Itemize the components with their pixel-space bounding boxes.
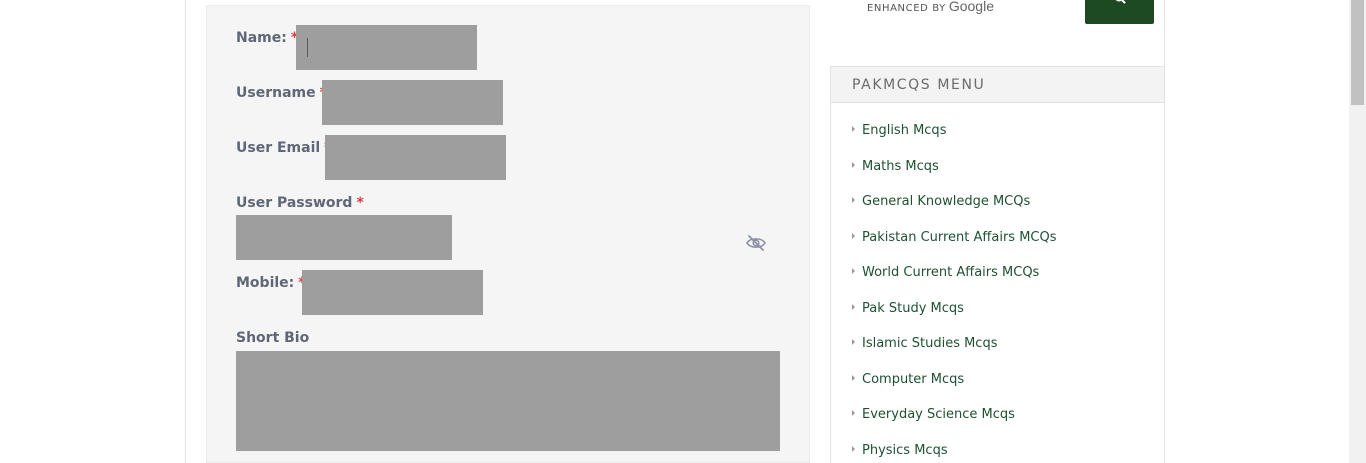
menu-item-label: Pakistan Current Affairs MCQs xyxy=(862,230,1057,245)
menu-item-pakistan-current-affairs[interactable]: Pakistan Current Affairs MCQs xyxy=(852,230,1057,250)
caret-right-icon xyxy=(852,375,855,381)
user-email-label: User Email* xyxy=(236,140,332,156)
menu-item-label: General Knowledge MCQs xyxy=(862,194,1031,209)
enhanced-by-google: ENHANCED BY Google xyxy=(867,0,994,14)
menu-item-islamic-studies[interactable]: Islamic Studies Mcqs xyxy=(852,336,997,356)
menu-item-label: English Mcqs xyxy=(862,123,947,138)
caret-right-icon xyxy=(852,304,855,310)
name-input[interactable] xyxy=(296,25,477,70)
menu-item-everyday-science[interactable]: Everyday Science Mcqs xyxy=(852,407,1015,427)
short-bio-label-text: Short Bio xyxy=(236,330,310,346)
caret-right-icon xyxy=(852,162,855,168)
eye-slash-icon[interactable] xyxy=(745,234,767,252)
caret-right-icon xyxy=(852,197,855,203)
mobile-label-text: Mobile: xyxy=(236,275,295,291)
page: Name:* Username* User Email* User Passwo… xyxy=(0,0,1366,463)
caret-right-icon xyxy=(852,446,855,452)
pakmcqs-menu-widget: PAKMCQS MENU English Mcqs Maths Mcqs Gen… xyxy=(830,66,1165,463)
mobile-label: Mobile:* xyxy=(236,275,306,291)
menu-item-label: Physics Mcqs xyxy=(862,443,948,458)
short-bio-label: Short Bio xyxy=(236,330,309,346)
menu-item-label: Computer Mcqs xyxy=(862,372,965,387)
menu-item-maths-mcqs[interactable]: Maths Mcqs xyxy=(852,159,939,179)
caret-right-icon xyxy=(852,410,855,416)
menu-item-world-current-affairs[interactable]: World Current Affairs MCQs xyxy=(852,265,1039,285)
enhanced-by-text: ENHANCED BY xyxy=(867,3,946,14)
google-brand: Google xyxy=(948,0,994,14)
required-mark: * xyxy=(356,195,364,211)
content-border-left xyxy=(185,0,186,463)
text-cursor xyxy=(307,38,308,57)
page-scrollbar[interactable] xyxy=(1349,0,1366,463)
menu-item-label: Islamic Studies Mcqs xyxy=(862,336,998,351)
search-button[interactable] xyxy=(1085,0,1154,24)
username-label-text: Username xyxy=(236,85,316,101)
menu-header: PAKMCQS MENU xyxy=(831,67,1164,103)
user-email-input[interactable] xyxy=(325,135,506,180)
short-bio-textarea[interactable] xyxy=(236,351,780,451)
username-label: Username* xyxy=(236,85,327,101)
user-email-label-text: User Email xyxy=(236,140,321,156)
menu-item-label: Pak Study Mcqs xyxy=(862,301,964,316)
caret-right-icon xyxy=(852,233,855,239)
menu-item-label: World Current Affairs MCQs xyxy=(862,265,1040,280)
menu-item-label: Maths Mcqs xyxy=(862,159,939,174)
menu-item-computer[interactable]: Computer Mcqs xyxy=(852,372,964,392)
menu-item-label: Everyday Science Mcqs xyxy=(862,407,1015,422)
menu-item-general-knowledge[interactable]: General Knowledge MCQs xyxy=(852,194,1030,214)
search-icon xyxy=(1115,0,1126,4)
user-password-label: User Password * xyxy=(236,195,364,211)
mobile-input[interactable] xyxy=(302,270,483,315)
caret-right-icon xyxy=(852,339,855,345)
caret-right-icon xyxy=(852,126,855,132)
menu-title: PAKMCQS MENU xyxy=(852,77,986,93)
user-password-input[interactable] xyxy=(236,215,452,260)
user-password-label-text: User Password xyxy=(236,195,353,211)
menu-item-pak-study[interactable]: Pak Study Mcqs xyxy=(852,301,964,321)
username-input[interactable] xyxy=(322,80,503,125)
name-label: Name: * xyxy=(236,30,298,46)
menu-item-english-mcqs[interactable]: English Mcqs xyxy=(852,123,946,143)
menu-item-physics[interactable]: Physics Mcqs xyxy=(852,443,948,463)
name-label-text: Name: xyxy=(236,30,287,46)
caret-right-icon xyxy=(852,268,855,274)
scrollbar-thumb[interactable] xyxy=(1351,0,1364,105)
